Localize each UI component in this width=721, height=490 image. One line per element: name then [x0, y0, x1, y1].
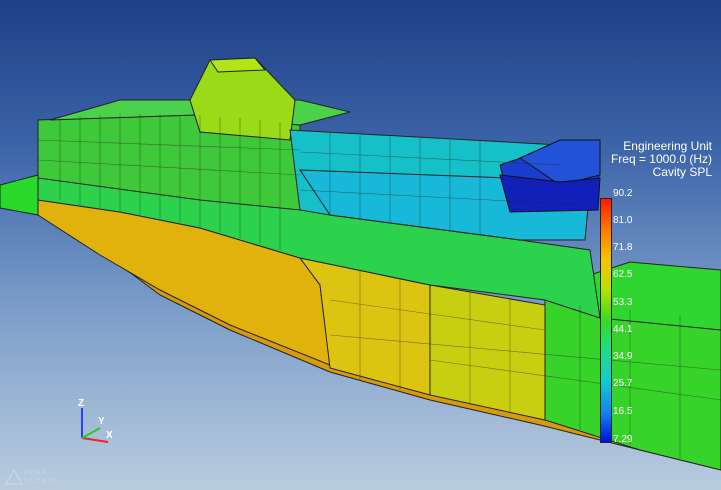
hull-deck-flange: [0, 174, 39, 216]
legend-title-line-3: Cavity SPL: [652, 165, 712, 179]
axis-triad: Z Y X: [72, 398, 120, 446]
legend-tick: 81.0: [613, 215, 633, 226]
logo-text: PERA GLOBAL: [24, 470, 58, 486]
legend-tick: 16.5: [613, 406, 633, 417]
axis-label-y: Y: [98, 416, 105, 427]
legend-tick: 53.3: [613, 297, 633, 308]
bridge-blue-dark: [499, 174, 601, 213]
funnel-top: [209, 57, 267, 73]
legend-tick: 62.5: [613, 269, 633, 280]
legend-tick: 71.8: [613, 242, 633, 253]
axis-label-x: X: [106, 430, 113, 441]
legend-tick: 90.2: [613, 188, 633, 199]
axis-label-z: Z: [78, 398, 85, 409]
logo-line-1: PERA: [24, 470, 48, 477]
legend-tick: 44.1: [613, 324, 633, 335]
legend-tick: 25.7: [613, 378, 633, 389]
legend-color-bar: [600, 198, 612, 443]
legend-tick: 34.9: [613, 351, 633, 362]
logo-line-2: GLOBAL: [24, 478, 59, 485]
legend-tick: 7.29: [613, 434, 633, 445]
legend-title: Engineering Unit Freq = 1000.0 (Hz) Cavi…: [611, 140, 712, 179]
